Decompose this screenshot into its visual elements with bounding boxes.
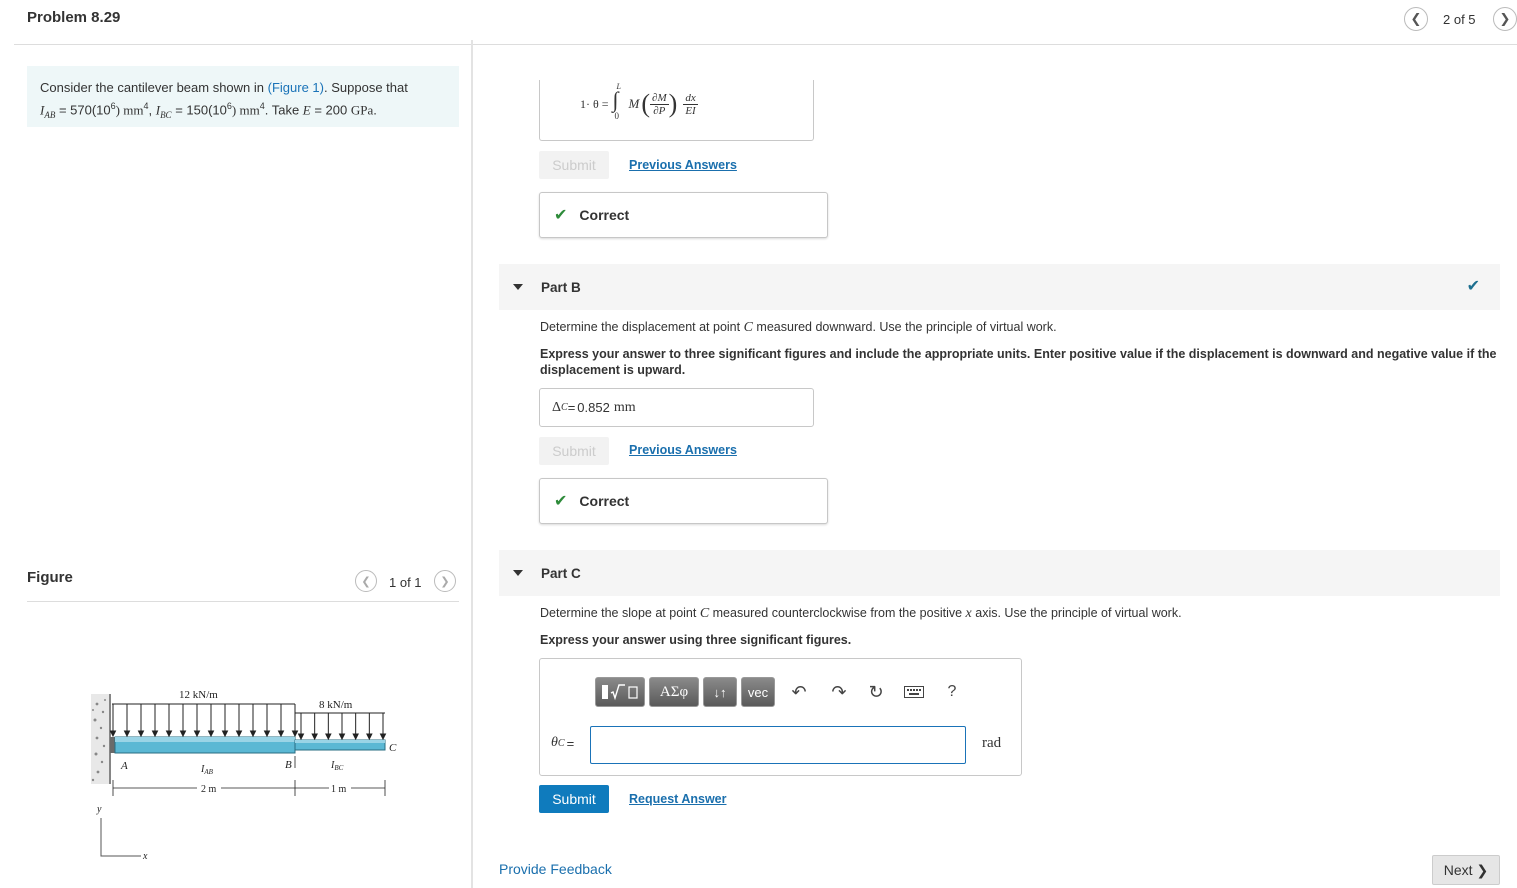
load-arrowhead — [325, 733, 332, 741]
load-arrowhead — [207, 730, 215, 738]
keyboard-icon[interactable] — [902, 683, 926, 701]
chevron-right-icon: ❯ — [1499, 11, 1511, 26]
collapse-triangle-icon — [513, 284, 523, 290]
load-arrowhead — [311, 733, 318, 741]
figure-link[interactable]: (Figure 1) — [268, 80, 324, 95]
next-problem-button[interactable]: ❯ — [1493, 7, 1517, 31]
load-arrowhead — [123, 730, 131, 738]
chevron-left-icon: ❮ — [361, 575, 371, 588]
load-arrowhead — [338, 733, 346, 741]
point-c-label: C — [389, 742, 397, 754]
part-b-answer-box: ΔC = 0.852 mm — [539, 388, 814, 427]
part-c-answer-input[interactable] — [590, 726, 966, 764]
provide-feedback-link[interactable]: Provide Feedback — [499, 861, 612, 877]
beam-figure: 12 kN/m 8 kN/m A B C IAB IBC 2 m 1 m y x — [91, 689, 397, 862]
part-c-answer-label: θC = — [551, 735, 575, 751]
reset-icon[interactable]: ↻ — [866, 681, 886, 703]
load-arrowhead — [109, 730, 117, 738]
problem-pager: 2 of 5 — [1443, 12, 1476, 27]
page-title: Problem 8.29 — [27, 9, 121, 26]
coordinate-axes — [100, 818, 141, 857]
part-a-correct-box: ✔ Correct — [539, 192, 828, 238]
load-arrowhead — [291, 730, 299, 738]
part-b-question: Determine the displacement at point C me… — [540, 320, 1057, 335]
part-b-complete-check-icon: ✔ — [1466, 278, 1480, 295]
part-a-formula: 1· θ = L ∫ 0 M ( ∂M ∂P ) dx EI — [580, 82, 698, 121]
subscript-superscript-button[interactable]: ↓↑ — [703, 677, 737, 707]
problem-statement: Consider the cantilever beam shown in (F… — [27, 66, 459, 127]
part-c-instructions: Express your answer using three signific… — [540, 633, 852, 647]
pane-divider[interactable] — [471, 40, 473, 888]
part-b-header[interactable]: Part B ✔ — [499, 264, 1500, 310]
load-arrowhead — [151, 730, 159, 738]
distributed-load-8 — [295, 712, 387, 741]
collapse-triangle-icon — [513, 570, 523, 576]
part-b-correct-box: ✔ Correct — [539, 478, 828, 524]
load-arrowhead — [249, 730, 257, 738]
chevron-left-icon: ❮ — [1410, 11, 1422, 26]
redo-icon[interactable]: ↷ — [829, 681, 849, 703]
i-bc-label: IBC — [330, 760, 344, 772]
load1-label: 12 kN/m — [179, 689, 218, 701]
figure-prev-button[interactable]: ❮ — [355, 570, 377, 592]
chevron-right-icon: ❯ — [1476, 861, 1489, 878]
part-b-answer-value: 0.852 — [577, 400, 610, 415]
load-arrowhead — [221, 730, 229, 738]
greek-symbols-button[interactable]: ΑΣφ — [649, 677, 699, 707]
integral-icon: ∫ — [612, 87, 619, 112]
load-arrowhead — [277, 730, 285, 738]
load-arrowhead — [263, 730, 271, 738]
x-axis-label: x — [142, 851, 148, 862]
load2-label: 8 kN/m — [319, 699, 353, 711]
part-c-question: Determine the slope at point C measured … — [540, 606, 1182, 621]
part-c-unit: rad — [982, 735, 1002, 751]
point-b-label: B — [285, 759, 292, 771]
undo-icon[interactable]: ↶ — [789, 681, 809, 703]
chevron-right-icon: ❯ — [440, 575, 450, 588]
dim-2m-label: 2 m — [201, 784, 217, 795]
part-c-answer-box: ΑΣφ ↓↑ vec ↶ ↷ ↻ ? θC = rad — [539, 658, 1022, 776]
load-arrowhead — [297, 733, 305, 741]
request-answer-link[interactable]: Request Answer — [629, 792, 726, 806]
beam-highlight-ab — [115, 737, 295, 742]
load-arrowhead — [379, 733, 387, 741]
i-ab-label: IAB — [200, 764, 214, 776]
load-arrowhead — [366, 733, 373, 741]
next-button[interactable]: Next ❯ — [1432, 855, 1500, 885]
prev-problem-button[interactable]: ❮ — [1404, 7, 1428, 31]
part-c-header[interactable]: Part C — [499, 550, 1500, 596]
templates-icon — [602, 684, 638, 701]
header-divider — [14, 44, 1517, 45]
fixed-support-wall — [91, 694, 115, 784]
point-a-label: A — [120, 760, 128, 772]
figure-pager: 1 of 1 — [389, 575, 422, 590]
beam-highlight-bc — [295, 740, 385, 743]
load-arrowhead — [165, 730, 173, 738]
help-button[interactable]: ? — [942, 681, 962, 703]
checkmark-icon: ✔ — [554, 207, 568, 224]
part-b-instructions: Express your answer to three significant… — [540, 347, 1497, 377]
distributed-load-12 — [109, 703, 299, 738]
dim-1m-label: 1 m — [331, 784, 347, 795]
load-arrowhead — [179, 730, 187, 738]
part-b-previous-answers-link[interactable]: Previous Answers — [629, 443, 737, 457]
load-arrowhead — [137, 730, 145, 738]
part-b-submit-button[interactable]: Submit — [539, 437, 609, 465]
part-a-previous-answers-link[interactable]: Previous Answers — [629, 158, 737, 172]
part-a-answer-box: 1· θ = L ∫ 0 M ( ∂M ∂P ) dx EI — [539, 80, 814, 141]
load-arrowhead — [352, 733, 359, 741]
vector-button[interactable]: vec — [741, 677, 775, 707]
templates-button[interactable] — [595, 677, 645, 707]
load-arrowhead — [193, 730, 201, 738]
part-a-submit-button[interactable]: Submit — [539, 151, 609, 179]
load-arrowhead — [235, 730, 243, 738]
y-axis-label: y — [96, 804, 102, 815]
part-c-submit-button[interactable]: Submit — [539, 785, 609, 813]
figure-divider — [27, 601, 459, 602]
figure-title: Figure — [27, 569, 73, 586]
checkmark-icon: ✔ — [554, 493, 568, 510]
figure-next-button[interactable]: ❯ — [434, 570, 456, 592]
